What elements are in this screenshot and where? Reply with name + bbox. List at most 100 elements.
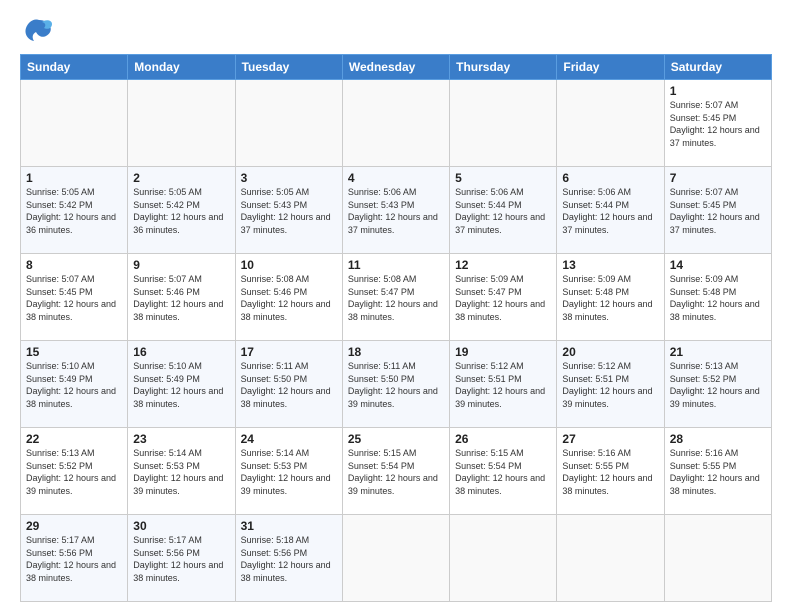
day-info: Sunrise: 5:13 AMSunset: 5:52 PMDaylight:… (670, 361, 760, 409)
calendar-cell: 8 Sunrise: 5:07 AMSunset: 5:45 PMDayligh… (21, 254, 128, 341)
day-info: Sunrise: 5:11 AMSunset: 5:50 PMDaylight:… (241, 361, 331, 409)
day-info: Sunrise: 5:06 AMSunset: 5:43 PMDaylight:… (348, 187, 438, 235)
calendar-table: SundayMondayTuesdayWednesdayThursdayFrid… (20, 54, 772, 602)
day-number: 17 (241, 345, 337, 359)
calendar-cell (235, 80, 342, 167)
day-info: Sunrise: 5:10 AMSunset: 5:49 PMDaylight:… (133, 361, 223, 409)
day-info: Sunrise: 5:16 AMSunset: 5:55 PMDaylight:… (670, 448, 760, 496)
day-info: Sunrise: 5:07 AMSunset: 5:45 PMDaylight:… (670, 100, 760, 148)
calendar-cell (557, 80, 664, 167)
day-info: Sunrise: 5:12 AMSunset: 5:51 PMDaylight:… (455, 361, 545, 409)
day-number: 10 (241, 258, 337, 272)
calendar-cell: 9 Sunrise: 5:07 AMSunset: 5:46 PMDayligh… (128, 254, 235, 341)
calendar-week-row: 1 Sunrise: 5:05 AMSunset: 5:42 PMDayligh… (21, 167, 772, 254)
calendar-cell: 20 Sunrise: 5:12 AMSunset: 5:51 PMDaylig… (557, 341, 664, 428)
day-number: 3 (241, 171, 337, 185)
calendar-cell: 5 Sunrise: 5:06 AMSunset: 5:44 PMDayligh… (450, 167, 557, 254)
day-number: 19 (455, 345, 551, 359)
calendar-cell (342, 515, 449, 602)
calendar-cell: 17 Sunrise: 5:11 AMSunset: 5:50 PMDaylig… (235, 341, 342, 428)
calendar-header-row: SundayMondayTuesdayWednesdayThursdayFrid… (21, 55, 772, 80)
calendar-cell: 4 Sunrise: 5:06 AMSunset: 5:43 PMDayligh… (342, 167, 449, 254)
day-info: Sunrise: 5:17 AMSunset: 5:56 PMDaylight:… (133, 535, 223, 583)
day-info: Sunrise: 5:07 AMSunset: 5:45 PMDaylight:… (670, 187, 760, 235)
day-number: 16 (133, 345, 229, 359)
calendar-cell: 26 Sunrise: 5:15 AMSunset: 5:54 PMDaylig… (450, 428, 557, 515)
day-number: 21 (670, 345, 766, 359)
day-info: Sunrise: 5:09 AMSunset: 5:48 PMDaylight:… (562, 274, 652, 322)
calendar-cell: 16 Sunrise: 5:10 AMSunset: 5:49 PMDaylig… (128, 341, 235, 428)
calendar-cell: 14 Sunrise: 5:09 AMSunset: 5:48 PMDaylig… (664, 254, 771, 341)
day-number: 31 (241, 519, 337, 533)
day-number: 18 (348, 345, 444, 359)
day-info: Sunrise: 5:18 AMSunset: 5:56 PMDaylight:… (241, 535, 331, 583)
day-number: 11 (348, 258, 444, 272)
day-number: 26 (455, 432, 551, 446)
day-info: Sunrise: 5:09 AMSunset: 5:48 PMDaylight:… (670, 274, 760, 322)
day-number: 6 (562, 171, 658, 185)
day-info: Sunrise: 5:05 AMSunset: 5:42 PMDaylight:… (26, 187, 116, 235)
day-number: 27 (562, 432, 658, 446)
page: SundayMondayTuesdayWednesdayThursdayFrid… (0, 0, 792, 612)
day-info: Sunrise: 5:09 AMSunset: 5:47 PMDaylight:… (455, 274, 545, 322)
calendar-week-row: 22 Sunrise: 5:13 AMSunset: 5:52 PMDaylig… (21, 428, 772, 515)
calendar-cell: 1 Sunrise: 5:07 AMSunset: 5:45 PMDayligh… (664, 80, 771, 167)
day-info: Sunrise: 5:13 AMSunset: 5:52 PMDaylight:… (26, 448, 116, 496)
calendar-week-row: 15 Sunrise: 5:10 AMSunset: 5:49 PMDaylig… (21, 341, 772, 428)
day-info: Sunrise: 5:12 AMSunset: 5:51 PMDaylight:… (562, 361, 652, 409)
calendar-body: 1 Sunrise: 5:07 AMSunset: 5:45 PMDayligh… (21, 80, 772, 602)
calendar-cell: 28 Sunrise: 5:16 AMSunset: 5:55 PMDaylig… (664, 428, 771, 515)
day-info: Sunrise: 5:08 AMSunset: 5:46 PMDaylight:… (241, 274, 331, 322)
calendar-cell: 30 Sunrise: 5:17 AMSunset: 5:56 PMDaylig… (128, 515, 235, 602)
calendar-cell: 25 Sunrise: 5:15 AMSunset: 5:54 PMDaylig… (342, 428, 449, 515)
day-info: Sunrise: 5:08 AMSunset: 5:47 PMDaylight:… (348, 274, 438, 322)
day-info: Sunrise: 5:11 AMSunset: 5:50 PMDaylight:… (348, 361, 438, 409)
calendar-cell (557, 515, 664, 602)
calendar-cell: 1 Sunrise: 5:05 AMSunset: 5:42 PMDayligh… (21, 167, 128, 254)
day-number: 14 (670, 258, 766, 272)
calendar-header-monday: Monday (128, 55, 235, 80)
calendar-cell: 13 Sunrise: 5:09 AMSunset: 5:48 PMDaylig… (557, 254, 664, 341)
calendar-cell: 6 Sunrise: 5:06 AMSunset: 5:44 PMDayligh… (557, 167, 664, 254)
day-info: Sunrise: 5:17 AMSunset: 5:56 PMDaylight:… (26, 535, 116, 583)
day-info: Sunrise: 5:15 AMSunset: 5:54 PMDaylight:… (455, 448, 545, 496)
calendar-cell: 10 Sunrise: 5:08 AMSunset: 5:46 PMDaylig… (235, 254, 342, 341)
calendar-cell (128, 80, 235, 167)
logo-bird-icon (24, 16, 54, 44)
day-info: Sunrise: 5:06 AMSunset: 5:44 PMDaylight:… (455, 187, 545, 235)
calendar-header-saturday: Saturday (664, 55, 771, 80)
day-number: 13 (562, 258, 658, 272)
calendar-cell: 18 Sunrise: 5:11 AMSunset: 5:50 PMDaylig… (342, 341, 449, 428)
day-info: Sunrise: 5:05 AMSunset: 5:43 PMDaylight:… (241, 187, 331, 235)
calendar-header-sunday: Sunday (21, 55, 128, 80)
day-number: 28 (670, 432, 766, 446)
calendar-header-wednesday: Wednesday (342, 55, 449, 80)
calendar-cell: 29 Sunrise: 5:17 AMSunset: 5:56 PMDaylig… (21, 515, 128, 602)
day-number: 1 (26, 171, 122, 185)
day-number: 7 (670, 171, 766, 185)
calendar-cell: 19 Sunrise: 5:12 AMSunset: 5:51 PMDaylig… (450, 341, 557, 428)
day-number: 12 (455, 258, 551, 272)
header (20, 16, 772, 44)
calendar-header-tuesday: Tuesday (235, 55, 342, 80)
day-number: 8 (26, 258, 122, 272)
calendar-cell: 21 Sunrise: 5:13 AMSunset: 5:52 PMDaylig… (664, 341, 771, 428)
calendar-cell (21, 80, 128, 167)
day-number: 4 (348, 171, 444, 185)
day-info: Sunrise: 5:05 AMSunset: 5:42 PMDaylight:… (133, 187, 223, 235)
day-number: 30 (133, 519, 229, 533)
calendar-cell: 24 Sunrise: 5:14 AMSunset: 5:53 PMDaylig… (235, 428, 342, 515)
day-number: 22 (26, 432, 122, 446)
calendar-header-friday: Friday (557, 55, 664, 80)
day-number: 24 (241, 432, 337, 446)
calendar-cell: 11 Sunrise: 5:08 AMSunset: 5:47 PMDaylig… (342, 254, 449, 341)
logo (20, 16, 54, 44)
day-info: Sunrise: 5:10 AMSunset: 5:49 PMDaylight:… (26, 361, 116, 409)
day-info: Sunrise: 5:15 AMSunset: 5:54 PMDaylight:… (348, 448, 438, 496)
day-info: Sunrise: 5:07 AMSunset: 5:45 PMDaylight:… (26, 274, 116, 322)
day-info: Sunrise: 5:16 AMSunset: 5:55 PMDaylight:… (562, 448, 652, 496)
calendar-cell: 12 Sunrise: 5:09 AMSunset: 5:47 PMDaylig… (450, 254, 557, 341)
calendar-cell: 2 Sunrise: 5:05 AMSunset: 5:42 PMDayligh… (128, 167, 235, 254)
calendar-header-thursday: Thursday (450, 55, 557, 80)
calendar-cell (450, 80, 557, 167)
